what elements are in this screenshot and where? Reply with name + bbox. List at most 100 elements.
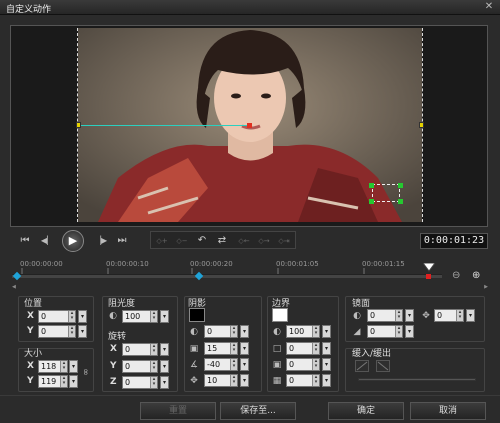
border-dropdown-3[interactable]: ▾ (322, 358, 331, 371)
mirror-move-dropdown[interactable]: ▾ (466, 309, 475, 322)
opacity-dropdown[interactable]: ▾ (160, 310, 169, 323)
shadow-angle-dropdown[interactable]: ▾ (240, 358, 249, 371)
border-color-swatch[interactable] (272, 308, 288, 322)
size-y-field[interactable]: 119 ▴ ▾ (38, 375, 68, 388)
go-to-start-button[interactable]: ⏮ (16, 232, 34, 250)
ok-button[interactable]: 确定 (328, 402, 404, 420)
border-dropdown-4[interactable]: ▾ (322, 374, 331, 387)
tick-label: 00:00:00:00 (20, 260, 63, 268)
anchor-point[interactable] (247, 123, 252, 128)
keyframe-toolbar: ◇+ ◇− ↶ ⇄ ◇← ◇→ ◇⇥ (150, 231, 296, 249)
motion-path-line (78, 125, 250, 126)
shadow-color-swatch[interactable] (189, 308, 205, 322)
border-width-icon: □ (272, 344, 282, 354)
rotation-x-dropdown[interactable]: ▾ (160, 343, 169, 356)
timeline-track[interactable] (12, 274, 442, 278)
border-style-icon: ▦ (272, 376, 282, 386)
border-field-4[interactable]: 0 ▴ ▾ (286, 374, 320, 387)
selection-handle-tr[interactable] (398, 183, 403, 188)
position-y-dropdown[interactable]: ▾ (78, 325, 87, 338)
current-keyframe-marker[interactable] (426, 274, 431, 279)
shadow-opacity-icon: ◐ (190, 327, 198, 337)
position-x-field[interactable]: 0 ▴ ▾ (38, 310, 76, 323)
position-y-label: Y (27, 326, 34, 336)
rotation-y-label: Y (110, 361, 117, 371)
rotation-x-field[interactable]: 0 ▴ ▾ (122, 343, 158, 356)
playhead-icon[interactable] (423, 263, 435, 273)
size-y-label: Y (27, 376, 34, 386)
close-icon[interactable]: ✕ (482, 1, 496, 13)
tick-label: 00:00:00:10 (106, 260, 149, 268)
mirror-offset-dropdown[interactable]: ▾ (405, 325, 414, 338)
border-opacity-dropdown[interactable]: ▾ (322, 325, 331, 338)
size-label: 大小 (24, 349, 43, 359)
border-width-dropdown[interactable]: ▾ (322, 342, 331, 355)
rotation-y-dropdown[interactable]: ▾ (160, 360, 169, 373)
selection-handle-bl[interactable] (369, 199, 374, 204)
reverse-icon[interactable]: ↶ (193, 232, 211, 250)
rotation-z-field[interactable]: 0 ▴ ▾ (122, 376, 158, 389)
title-bar: 自定义动作 ✕ (0, 0, 500, 15)
size-y-dropdown[interactable]: ▾ (69, 375, 78, 388)
swap-icon[interactable]: ⇄ (213, 232, 231, 250)
zoom-out-icon[interactable]: ⊖ (452, 270, 464, 282)
opacity-field[interactable]: 100 ▴ ▾ (122, 310, 158, 323)
border-field-3[interactable]: 0 ▴ ▾ (286, 358, 320, 371)
border-opacity-field[interactable]: 100 ▴ ▾ (286, 325, 320, 338)
zoom-in-icon[interactable]: ⊕ (472, 270, 484, 282)
add-keyframe-icon[interactable]: ◇+ (153, 232, 171, 250)
rotation-x-label: X (110, 344, 117, 354)
mirror-move-icon: ✥ (422, 311, 430, 321)
tick-label: 00:00:00:20 (190, 260, 233, 268)
tick-label: 00:00:01:05 (276, 260, 319, 268)
save-to-button[interactable]: 保存至... (220, 402, 296, 420)
shadow-distance-icon: ✥ (190, 376, 198, 386)
last-keyframe-icon[interactable]: ◇⇥ (275, 232, 293, 250)
position-x-dropdown[interactable]: ▾ (78, 310, 87, 323)
border-fill-icon: ▣ (272, 360, 282, 370)
mirror-move-field[interactable]: 0 ▴ ▾ (434, 309, 464, 322)
position-label: 位置 (24, 299, 43, 309)
cancel-button[interactable]: 取消 (410, 402, 486, 420)
prev-keyframe-icon[interactable]: ◇← (235, 232, 253, 250)
shadow-angle-field[interactable]: -40 ▴ ▾ (204, 358, 238, 371)
mirror-opacity-field[interactable]: 0 ▴ ▾ (367, 309, 403, 322)
fade-out-button[interactable] (376, 360, 390, 372)
selection-box[interactable] (372, 184, 400, 202)
shadow-opacity-field[interactable]: 0 ▴ ▾ (204, 325, 238, 338)
border-width-field[interactable]: 0 ▴ ▾ (286, 342, 320, 355)
opacity-label: 阻光度 (108, 299, 136, 309)
selection-handle-tl[interactable] (369, 183, 374, 188)
timeline-scrollbar[interactable]: ◀ ▶ (12, 284, 488, 290)
reset-button[interactable]: 重置 (140, 402, 216, 420)
go-to-end-button[interactable]: ⏭ (113, 232, 131, 250)
left-handle[interactable] (76, 122, 81, 128)
shadow-opacity-dropdown[interactable]: ▾ (240, 325, 249, 338)
timecode-display[interactable]: 0:00:01:23 (420, 233, 488, 249)
rotation-y-field[interactable]: 0 ▴ ▾ (122, 360, 158, 373)
fade-slider[interactable] (358, 378, 476, 381)
next-keyframe-icon[interactable]: ◇→ (255, 232, 273, 250)
rotation-z-dropdown[interactable]: ▾ (160, 376, 169, 389)
opacity-icon: ◐ (109, 311, 117, 321)
size-x-field[interactable]: 118 ▴ ▾ (38, 360, 68, 373)
shadow-blur-dropdown[interactable]: ▾ (240, 342, 249, 355)
next-frame-button[interactable]: ▕▶ (92, 232, 110, 250)
right-handle[interactable] (419, 122, 424, 128)
shadow-angle-icon: ∡ (189, 360, 199, 370)
size-x-dropdown[interactable]: ▾ (69, 360, 78, 373)
selection-handle-br[interactable] (398, 199, 403, 204)
previous-frame-button[interactable]: ◀▏ (38, 232, 56, 250)
shadow-blur-field[interactable]: 15 ▴ ▾ (204, 342, 238, 355)
fade-in-button[interactable] (355, 360, 369, 372)
shadow-distance-dropdown[interactable]: ▾ (240, 374, 249, 387)
play-button[interactable]: ▶ (62, 230, 84, 252)
remove-keyframe-icon[interactable]: ◇− (173, 232, 191, 250)
window-title: 自定义动作 (6, 5, 52, 15)
link-ratio-icon[interactable]: ∞ (79, 366, 91, 378)
shadow-distance-field[interactable]: 10 ▴ ▾ (204, 374, 238, 387)
size-x-label: X (27, 361, 34, 371)
mirror-offset-field[interactable]: 0 ▴ ▾ (367, 325, 403, 338)
position-y-field[interactable]: 0 ▴ ▾ (38, 325, 76, 338)
mirror-opacity-dropdown[interactable]: ▾ (405, 309, 414, 322)
